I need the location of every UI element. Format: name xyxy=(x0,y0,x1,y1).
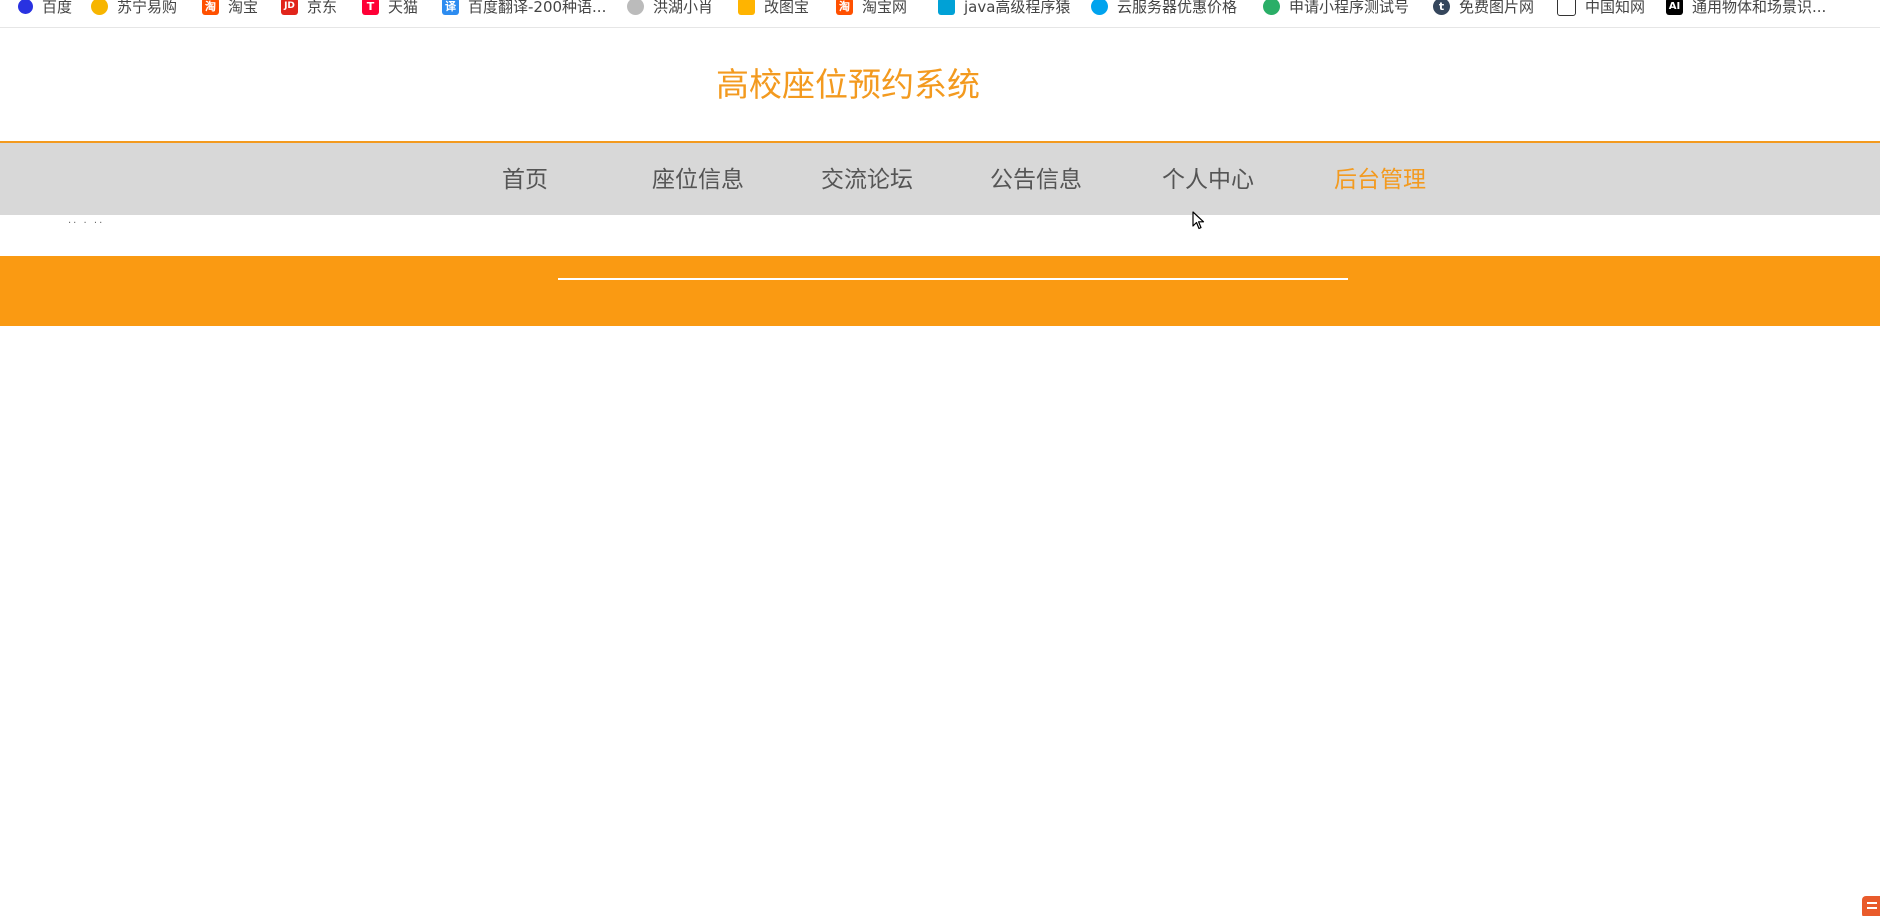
bookmarks-bar: 百度 苏宁易购 淘 淘宝 JD 京东 T 天猫 译 百度翻译-200种语... … xyxy=(0,0,1880,28)
bookmark-taobao-net[interactable]: 淘 淘宝网 xyxy=(836,0,907,16)
bookmark-label: 淘宝网 xyxy=(862,0,908,16)
banner-divider xyxy=(558,278,1348,280)
nav-item-forum[interactable]: 交流论坛 xyxy=(821,160,913,194)
bird-icon xyxy=(627,0,644,15)
bookmark-baidu[interactable]: 百度 xyxy=(18,0,72,16)
bookmark-object-recognition[interactable]: AI 通用物体和场景识... xyxy=(1666,0,1826,16)
bookmark-label: 苏宁易购 xyxy=(117,0,178,16)
wechat-icon xyxy=(1263,0,1280,15)
nav-item-personal-center[interactable]: 个人中心 xyxy=(1162,160,1254,194)
bookmark-label: 京东 xyxy=(307,0,338,16)
translate-icon: 译 xyxy=(442,0,459,15)
bookmark-label: 云服务器优惠价格 xyxy=(1117,0,1238,16)
site-title: 高校座位预约系统 xyxy=(716,65,980,104)
bookmark-label: 通用物体和场景识... xyxy=(1692,0,1827,16)
bookmark-tmall[interactable]: T 天猫 xyxy=(362,0,418,16)
cnki-icon xyxy=(1557,0,1576,16)
bookmark-label: 免费图片网 xyxy=(1459,0,1535,16)
main-nav: 首页 座位信息 交流论坛 公告信息 个人中心 后台管理 xyxy=(0,141,1880,215)
bookmark-label: 中国知网 xyxy=(1585,0,1646,16)
bookmark-honghu[interactable]: 洪湖小肖 xyxy=(627,0,713,16)
breadcrumb-dots: ·· · ·· xyxy=(68,218,105,229)
bilibili-icon xyxy=(938,0,955,15)
orange-banner xyxy=(0,256,1880,326)
bookmark-taobao[interactable]: 淘 淘宝 xyxy=(202,0,258,16)
taobao-icon: 淘 xyxy=(202,0,219,15)
baidu-paw-icon xyxy=(18,0,33,14)
bookmark-label: 改图宝 xyxy=(764,0,810,16)
bookmark-suning[interactable]: 苏宁易购 xyxy=(91,0,177,16)
bookmark-jd[interactable]: JD 京东 xyxy=(281,0,337,16)
bookmark-label: 申请小程序测试号 xyxy=(1289,0,1410,16)
bookmark-miniprogram[interactable]: 申请小程序测试号 xyxy=(1263,0,1409,16)
bookmark-label: 洪湖小肖 xyxy=(653,0,714,16)
ai-icon: AI xyxy=(1666,0,1683,15)
bookmark-cloud-server[interactable]: 云服务器优惠价格 xyxy=(1091,0,1237,16)
floating-widget-icon[interactable] xyxy=(1858,892,1880,916)
bookmark-cnki[interactable]: 中国知网 xyxy=(1557,0,1645,16)
taobao-icon: 淘 xyxy=(836,0,853,15)
bookmark-baidu-translate[interactable]: 译 百度翻译-200种语... xyxy=(442,0,606,16)
bookmark-label: java高级程序猿 xyxy=(964,0,1071,16)
nav-item-seat-info[interactable]: 座位信息 xyxy=(652,160,744,194)
bookmark-gaitubao[interactable]: 改图宝 xyxy=(738,0,809,16)
bookmark-label: 淘宝 xyxy=(228,0,259,16)
cloud-icon xyxy=(1091,0,1108,15)
nav-item-admin[interactable]: 后台管理 xyxy=(1334,160,1426,194)
jd-icon: JD xyxy=(281,0,298,15)
nav-item-announcements[interactable]: 公告信息 xyxy=(990,160,1082,194)
bookmark-label: 百度翻译-200种语... xyxy=(468,0,607,16)
nav-item-home[interactable]: 首页 xyxy=(502,160,548,194)
bookmark-free-images[interactable]: t 免费图片网 xyxy=(1433,0,1534,16)
gaitubao-icon xyxy=(738,0,755,15)
mouse-cursor-icon xyxy=(1192,211,1206,235)
bookmark-label: 天猫 xyxy=(388,0,419,16)
tmall-icon: T xyxy=(362,0,379,15)
tumblr-icon: t xyxy=(1433,0,1450,15)
bookmark-label: 百度 xyxy=(42,0,73,16)
bookmark-java[interactable]: java高级程序猿 xyxy=(938,0,1070,16)
suning-icon xyxy=(91,0,108,15)
